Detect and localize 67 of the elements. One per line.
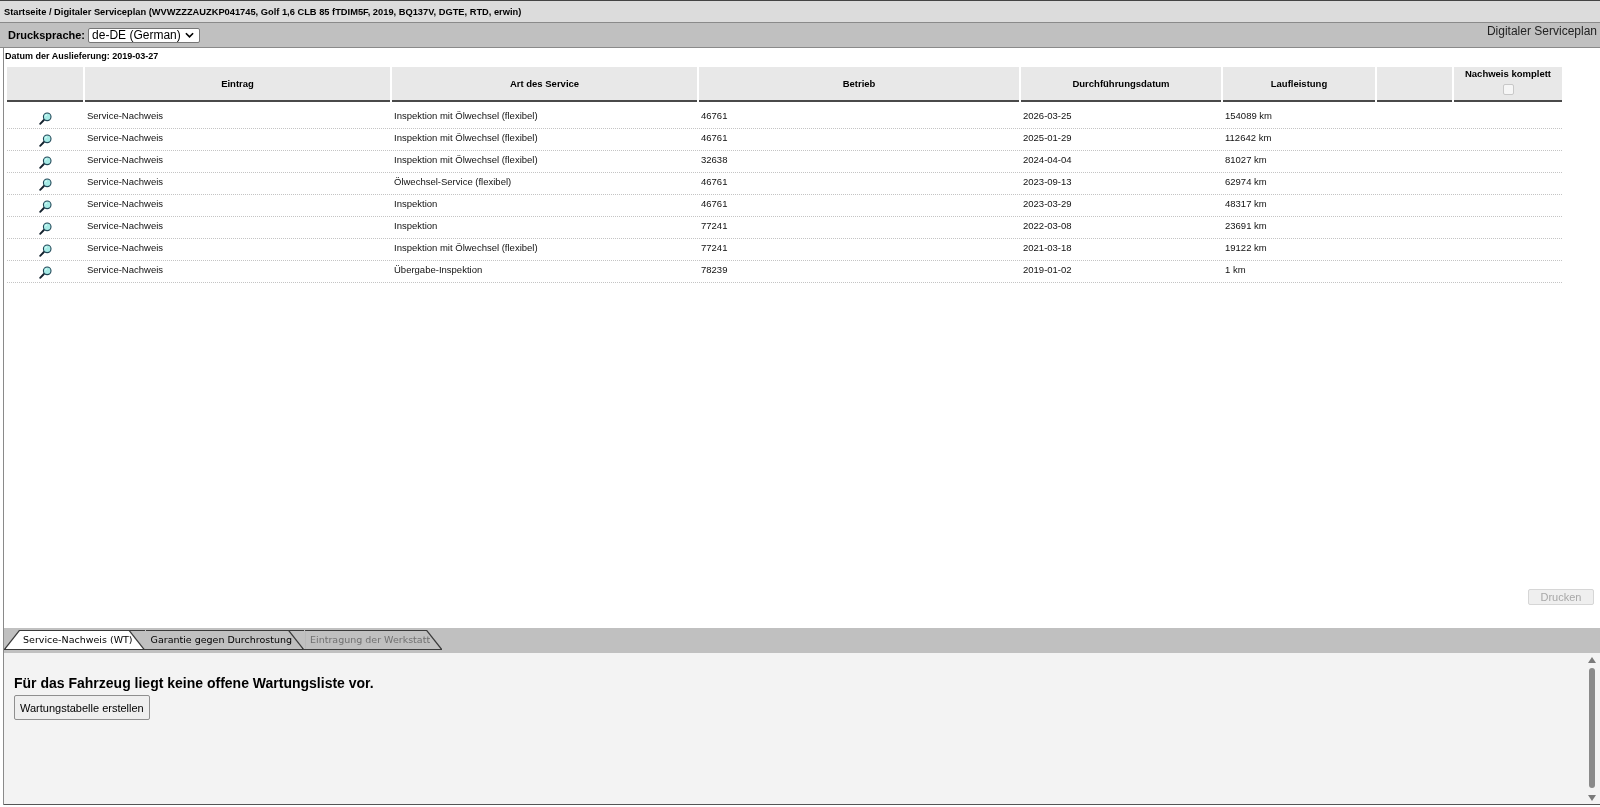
tab[interactable]: Garantie gegen Durchrostung — [145, 630, 305, 649]
tab[interactable]: Service-Nachweis (WT) — [4, 630, 145, 649]
magnifier-icon[interactable] — [38, 178, 52, 191]
table-cell-text: 2021-03-18 — [1022, 241, 1073, 255]
chevron-icon — [185, 32, 195, 38]
table-cell-text: 48317 km — [1224, 197, 1268, 211]
table-cell-text: 46761 — [700, 197, 729, 211]
down-arrow-icon[interactable] — [1588, 795, 1596, 801]
table-cell-text: 62974 km — [1224, 175, 1268, 189]
column-header: Betrieb — [699, 67, 1019, 102]
breadcrumb-title: Startseite / Digitaler Serviceplan (WVWZZZAUZKP041745, Golf 1,6 CLB 85 fTDIM5F, 2019, BQ137V, DGTE, RTD, erwin) — [4, 5, 522, 18]
magnifier-icon[interactable] — [38, 156, 52, 169]
table-cell-text: 81027 km — [1224, 153, 1268, 167]
table-cell-text: 2024-04-04 — [1022, 153, 1073, 167]
table-cell-text: 154089 km — [1224, 109, 1273, 123]
table-cell-text: 23691 km — [1224, 219, 1268, 233]
language-select[interactable]: de-DE (German) — [88, 27, 201, 43]
column-header: Laufleistung — [1223, 67, 1375, 102]
table-cell-text: Übergabe-Inspektion — [393, 263, 484, 277]
table-cell-text: Service-Nachweis — [86, 175, 165, 189]
table-cell-text: Inspektion mit Ölwechsel (flexibel) — [393, 109, 539, 123]
table-cell-text: Inspektion mit Ölwechsel (flexibel) — [393, 153, 539, 167]
table-cell-text: Ölwechsel-Service (flexibel) — [393, 175, 513, 189]
table-cell-text: 2023-03-29 — [1022, 197, 1073, 211]
table-cell-text: 46761 — [700, 175, 729, 189]
table-cell-text: Inspektion mit Ölwechsel (flexibel) — [393, 241, 539, 255]
column-header-label: Nachweis komplett — [1464, 68, 1552, 80]
table-cell-text: 2022-03-08 — [1022, 219, 1073, 233]
table-cell-text: Service-Nachweis — [86, 219, 165, 233]
table-cell-text: Service-Nachweis — [86, 263, 165, 277]
table-cell-text: Inspektion mit Ölwechsel (flexibel) — [393, 131, 539, 145]
table-cell-text: 77241 — [700, 219, 729, 233]
table-cell-text: 1 km — [1224, 263, 1247, 277]
table-cell-text: 2023-09-13 — [1022, 175, 1073, 189]
page-title: Digitaler Serviceplan — [1486, 24, 1597, 38]
table-cell-text: 32638 — [700, 153, 729, 167]
magnifier-icon[interactable] — [38, 266, 52, 279]
create-table-button[interactable]: Wartungstabelle erstellen — [14, 695, 150, 720]
print-language-label: Drucksprache: — [8, 28, 86, 42]
magnifier-icon[interactable] — [38, 200, 52, 213]
table-cell-text: 78239 — [700, 263, 729, 277]
magnifier-icon[interactable] — [38, 134, 52, 147]
table-cell-text: Service-Nachweis — [86, 109, 165, 123]
table-cell-text: Service-Nachweis — [86, 131, 165, 145]
column-header: Durchführungsdatum — [1021, 67, 1221, 102]
table-cell-text: 2025-01-29 — [1022, 131, 1073, 145]
magnifier-icon[interactable] — [38, 244, 52, 257]
table-cell-text: 77241 — [700, 241, 729, 255]
table-cell-text: Service-Nachweis — [86, 153, 165, 167]
column-header: Eintrag — [85, 67, 390, 102]
table-cell-text: 46761 — [700, 109, 729, 123]
table-cell-text: 2026-03-25 — [1022, 109, 1073, 123]
table-cell-text: Inspektion — [393, 197, 439, 211]
table-cell-text: Service-Nachweis — [86, 197, 165, 211]
up-arrow-icon[interactable] — [1588, 657, 1596, 663]
delivery-date: Datum der Auslieferung: 2019-03-27 — [5, 50, 159, 62]
status-message: Für das Fahrzeug liegt keine offene Wartungsliste vor. — [14, 675, 374, 692]
table-cell-text: Inspektion — [393, 219, 439, 233]
table-cell-text: 19122 km — [1224, 241, 1268, 255]
table-cell-text: 46761 — [700, 131, 729, 145]
table-cell-text: 2019-01-02 — [1022, 263, 1073, 277]
column-header: Art des Service — [392, 67, 697, 102]
magnifier-icon[interactable] — [38, 222, 52, 235]
table-cell-text: Service-Nachweis — [86, 241, 165, 255]
table-cell-text: 112642 km — [1224, 131, 1273, 145]
magnifier-icon[interactable] — [38, 112, 52, 125]
scrollbar-thumb[interactable] — [1589, 668, 1595, 788]
